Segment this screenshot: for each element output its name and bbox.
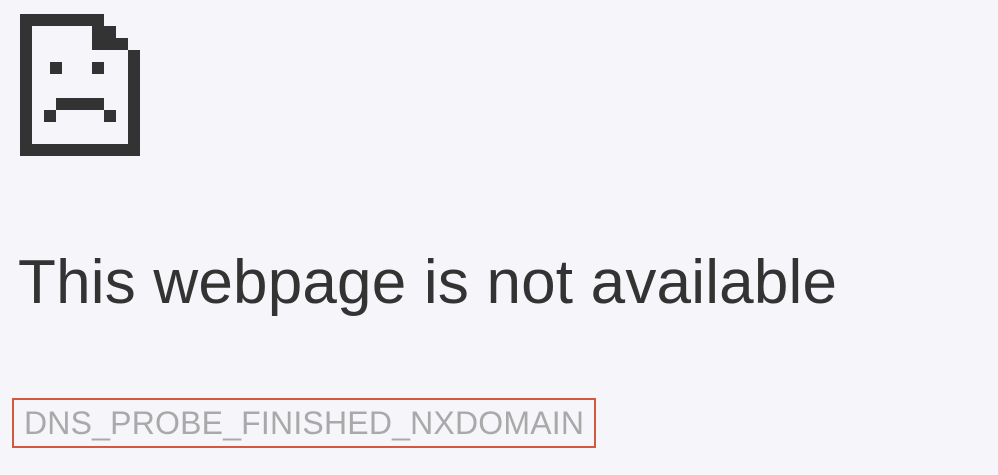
- page-title: This webpage is not available: [18, 248, 838, 317]
- error-code: DNS_PROBE_FINISHED_NXDOMAIN: [12, 398, 597, 448]
- sad-page-icon: [20, 14, 140, 156]
